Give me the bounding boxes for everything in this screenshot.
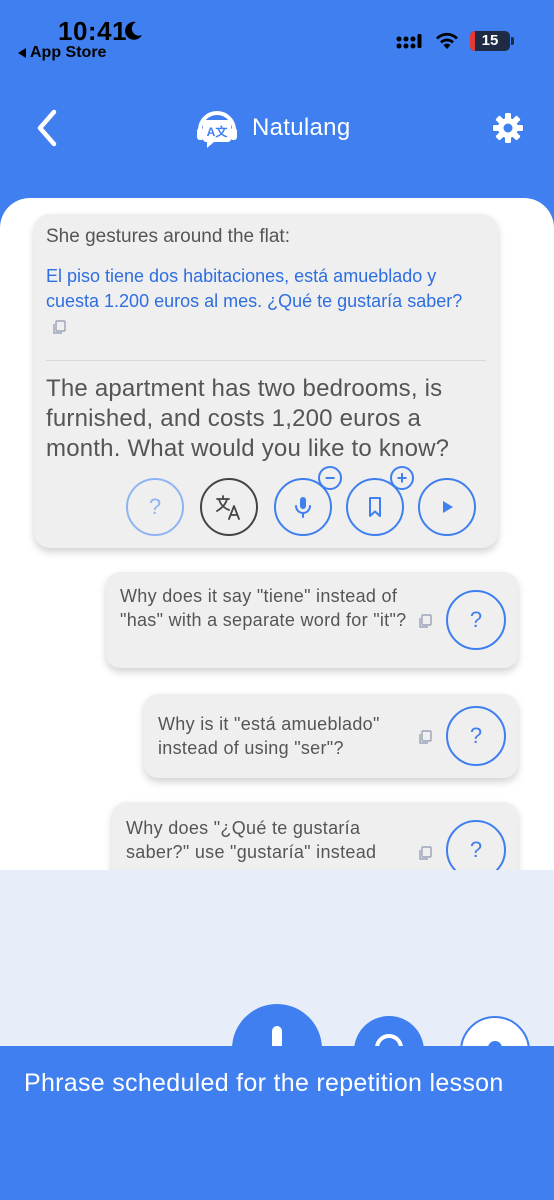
back-chevron-icon[interactable] [28, 106, 68, 150]
conversation-sheet: She gestures around the flat: El piso ti… [0, 198, 554, 870]
settings-gear-icon[interactable] [492, 112, 524, 144]
play-icon [443, 501, 453, 513]
battery-percent: 15 [481, 32, 499, 49]
hint-fab-button[interactable] [354, 1016, 424, 1046]
copy-icon[interactable] [418, 614, 432, 628]
play-audio-button[interactable] [418, 478, 476, 536]
bottom-controls [0, 870, 554, 1046]
question-card[interactable]: Why does it say "tiene" instead of "has"… [106, 572, 518, 668]
bookmark-icon [369, 497, 381, 517]
back-to-app-store[interactable]: App Store [18, 44, 106, 62]
question-text: Why does it say "tiene" instead of "has"… [120, 586, 407, 630]
minus-badge-icon[interactable]: − [318, 466, 342, 490]
spanish-phrase-text: El piso tiene dos habitaciones, está amu… [46, 266, 463, 311]
back-app-label: App Store [30, 44, 107, 61]
question-mark-label: ? [469, 607, 483, 632]
app-header: A文 Natulang [0, 90, 554, 170]
app-title: Natulang [252, 114, 351, 141]
question-mark-label: ? [469, 837, 483, 862]
microphone-fab-button[interactable] [232, 1004, 322, 1046]
question-card[interactable]: Why does "¿Qué te gustaría saber?" use "… [112, 802, 518, 870]
question-text: Why does "¿Qué te gustaría saber?" use "… [126, 818, 377, 862]
microphone-icon [272, 1026, 282, 1046]
message-card: She gestures around the flat: El piso ti… [34, 214, 498, 548]
cellular-signal-icon [396, 34, 422, 49]
translate-icon [216, 495, 240, 520]
hint-icon [375, 1034, 403, 1046]
message-actions: ? − + [126, 466, 486, 538]
settings-fab-button[interactable] [460, 1016, 530, 1046]
snackbar-toast: Phrase scheduled for the repetition less… [0, 1046, 554, 1200]
copy-icon[interactable] [52, 320, 66, 334]
question-card[interactable]: Why is it "está amueblado" instead of us… [144, 694, 518, 778]
microphone-icon [295, 497, 311, 518]
status-bar: 10:41 App Store 15 [0, 0, 554, 70]
ask-question-button[interactable]: ? [446, 706, 506, 766]
plus-badge-icon[interactable]: + [390, 466, 414, 490]
question-mark-label: ? [148, 494, 162, 519]
question-mark-label: ? [469, 723, 483, 748]
copy-icon[interactable] [418, 730, 432, 744]
svg-text:A文: A文 [207, 124, 229, 139]
toast-message: Phrase scheduled for the repetition less… [24, 1069, 504, 1097]
gear-icon [488, 1041, 502, 1046]
english-translation: The apartment has two bedrooms, is furni… [46, 375, 450, 462]
copy-icon[interactable] [418, 846, 432, 860]
translate-button[interactable] [200, 478, 258, 536]
back-triangle-icon [18, 48, 26, 58]
battery-cap [511, 37, 514, 45]
natulang-logo-icon: A文 [197, 111, 237, 148]
message-intro: She gestures around the flat: [46, 226, 290, 247]
battery-indicator: 15 [470, 31, 510, 51]
question-text: Why is it "está amueblado" instead of us… [158, 714, 380, 758]
spanish-phrase[interactable]: El piso tiene dos habitaciones, está amu… [46, 264, 476, 339]
card-divider [46, 360, 486, 361]
ask-question-button[interactable]: ? [126, 478, 184, 536]
ask-question-button[interactable]: ? [446, 590, 506, 650]
wifi-icon [436, 32, 458, 49]
moon-icon [125, 21, 142, 40]
status-time: 10:41 [58, 16, 127, 46]
ask-question-button[interactable]: ? [446, 820, 506, 870]
